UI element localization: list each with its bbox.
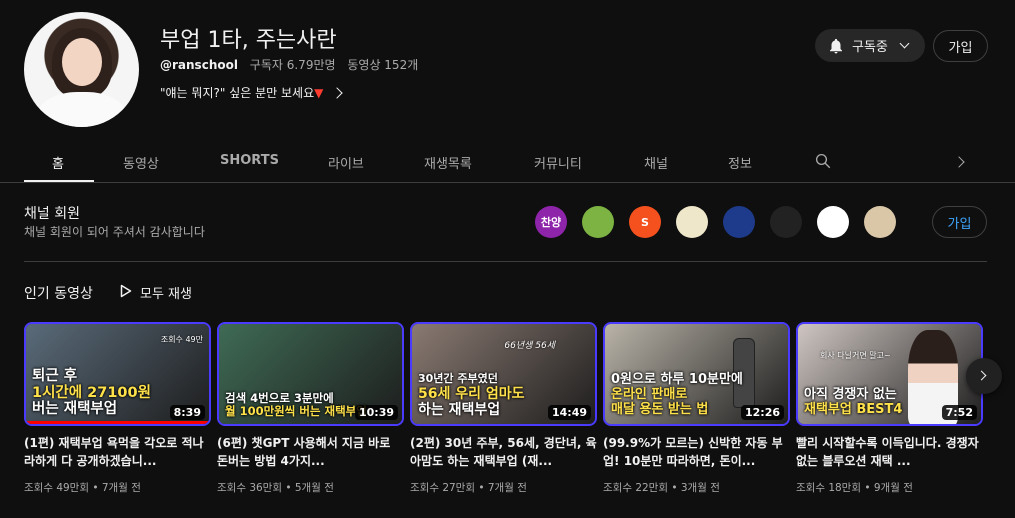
- shelf-next-button[interactable]: [966, 358, 1002, 394]
- membership-join-button[interactable]: 가입: [932, 206, 987, 238]
- video-thumbnail[interactable]: 조회수 49만 퇴근 후 1시간에 27100원 버는 재택부업 8:39: [24, 322, 211, 426]
- tab-community[interactable]: 커뮤니티: [534, 153, 582, 172]
- membership-subtitle: 채널 회원이 되어 주셔서 감사합니다: [24, 225, 205, 239]
- description-marker: ▼: [314, 86, 324, 100]
- duration-badge: 8:39: [169, 405, 205, 420]
- subscriber-count: 구독자 6.79만명: [249, 58, 336, 72]
- tab-about[interactable]: 정보: [728, 153, 752, 172]
- avatar-face: [62, 38, 102, 86]
- popular-videos-title: 인기 동영상: [24, 286, 93, 302]
- chevron-down-icon: [899, 38, 910, 49]
- channel-name: 부업 1타, 주는사란: [160, 28, 337, 53]
- video-title[interactable]: 빨리 시작할수록 이득입니다. 경쟁자 없는 블루오션 재택 ...: [796, 434, 983, 470]
- member-badges: 찬양 S: [535, 206, 896, 238]
- tab-playlists[interactable]: 재생목록: [424, 153, 472, 172]
- member-avatar[interactable]: [770, 206, 802, 238]
- member-avatar[interactable]: [582, 206, 614, 238]
- video-meta: 조회수 18만회 • 9개월 전: [796, 482, 913, 494]
- video-thumbnail[interactable]: 검색 4번으로 3분만에 월 100만원씩 버는 재택부업 10:39: [217, 322, 404, 426]
- play-all-label: 모두 재생: [140, 287, 192, 302]
- active-tab-indicator: [24, 180, 94, 182]
- chevron-right-icon: [331, 86, 344, 99]
- thumbnail-caption: 아직 경쟁자 없는 재택부업 BEST4: [804, 387, 903, 418]
- thumbnail-caption: 퇴근 후 1시간에 27100원 버는 재택부업: [32, 367, 151, 418]
- channel-avatar[interactable]: [24, 12, 139, 127]
- member-avatar[interactable]: [676, 206, 708, 238]
- duration-badge: 10:39: [354, 405, 398, 420]
- video-title[interactable]: (1편) 재택부업 욕먹을 각오로 적나라하게 다 공개하겠습니...: [24, 434, 211, 470]
- thumbnail-caption: 검색 4번으로 3분만에 월 100만원씩 버는 재택부업: [225, 390, 367, 418]
- tab-shorts[interactable]: SHORTS: [220, 153, 279, 168]
- duration-badge: 12:26: [740, 405, 784, 420]
- membership-title: 채널 회원: [24, 206, 80, 222]
- thumbnail-tag: 회사 다닐거면 말고~: [820, 351, 891, 360]
- video-meta: 조회수 22만회 • 3개월 전: [603, 482, 720, 494]
- tab-live[interactable]: 라이브: [328, 153, 364, 172]
- play-all-button[interactable]: 모두 재생: [120, 283, 192, 302]
- bell-icon: [827, 37, 845, 55]
- channel-tabs: 홈 동영상 SHORTS 라이브 재생목록 커뮤니티 채널 정보: [0, 140, 1015, 183]
- video-title[interactable]: (2편) 30년 주부, 56세, 경단녀, 육아맘도 하는 재택부업 (재..…: [410, 434, 597, 470]
- avatar-shoulders: [38, 92, 126, 127]
- join-button[interactable]: 가입: [933, 30, 988, 62]
- tab-channels[interactable]: 채널: [644, 153, 668, 172]
- play-icon: [120, 284, 132, 302]
- tab-home[interactable]: 홈: [52, 153, 64, 172]
- video-title[interactable]: (6편) 챗GPT 사용해서 지금 바로 돈버는 방법 4가지...: [217, 434, 404, 470]
- video-title[interactable]: (99.9%가 모르는) 신박한 자동 부업! 10분만 따라하면, 돈이...: [603, 434, 790, 470]
- member-avatar[interactable]: [864, 206, 896, 238]
- video-meta: 조회수 27만회 • 7개월 전: [410, 482, 527, 494]
- watch-progress-bar: [26, 421, 209, 424]
- section-divider: [24, 261, 987, 262]
- video-meta: 조회수 49만회 • 7개월 전: [24, 482, 141, 494]
- member-avatar[interactable]: 찬양: [535, 206, 567, 238]
- video-thumbnail[interactable]: 회사 다닐거면 말고~ 아직 경쟁자 없는 재택부업 BEST4 7:52: [796, 322, 983, 426]
- chevron-right-icon: [976, 370, 987, 381]
- thumbnail-caption: 30년간 주부였던 56세 우리 엄마도 하는 재택부업: [418, 372, 525, 418]
- channel-description[interactable]: "얘는 뭐지?" 싶은 분만 보세요▼: [160, 84, 344, 101]
- member-avatar[interactable]: [817, 206, 849, 238]
- duration-badge: 14:49: [547, 405, 591, 420]
- video-thumbnail[interactable]: 66년생 56세 30년간 주부였던 56세 우리 엄마도 하는 재택부업 14…: [410, 322, 597, 426]
- channel-handle: @ranschool: [160, 58, 238, 72]
- member-avatar[interactable]: S: [629, 206, 661, 238]
- video-meta: 조회수 36만회 • 5개월 전: [217, 482, 334, 494]
- tabs-next-chevron-icon[interactable]: [953, 156, 965, 168]
- thumbnail-tag: 66년생 56세: [504, 341, 555, 351]
- channel-meta: @ranschool 구독자 6.79만명 동영상 152개: [160, 56, 418, 73]
- duration-badge: 7:52: [941, 405, 977, 420]
- video-count: 동영상 152개: [347, 58, 419, 72]
- search-icon[interactable]: [814, 152, 832, 174]
- tab-videos[interactable]: 동영상: [123, 153, 159, 172]
- subscribe-label: 구독중: [852, 40, 888, 55]
- thumbnail-caption: 0원으로 하루 10분만에 온라인 판매로 매달 용돈 받는 법: [611, 372, 743, 418]
- member-avatar[interactable]: [723, 206, 755, 238]
- subscribed-button[interactable]: 구독중: [815, 29, 925, 62]
- video-thumbnail[interactable]: 0원으로 하루 10분만에 온라인 판매로 매달 용돈 받는 법 12:26: [603, 322, 790, 426]
- thumbnail-tag: 조회수 49만: [160, 335, 203, 344]
- description-text: "얘는 뭐지?" 싶은 분만 보세요▼: [160, 86, 324, 100]
